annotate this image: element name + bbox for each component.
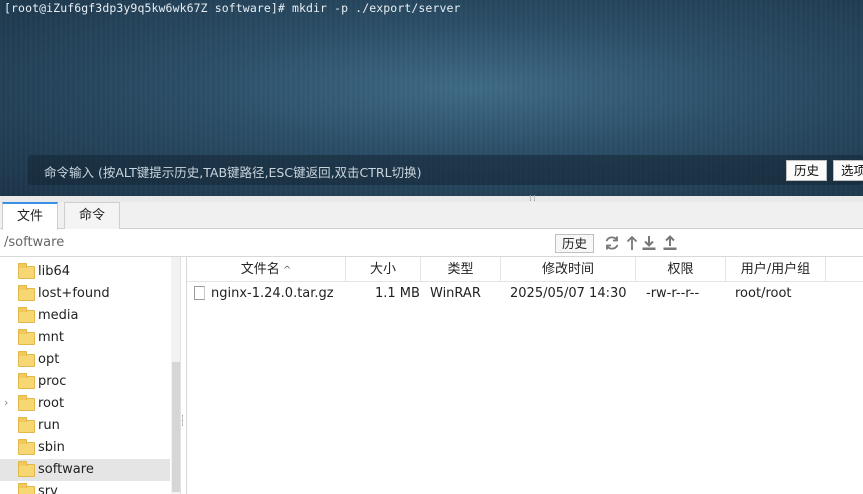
tree-item-label: srv <box>38 484 58 494</box>
tree-item-label: lib64 <box>38 264 71 279</box>
tree-item-lost-found[interactable]: lost+found <box>0 283 170 305</box>
file-owner: root/root <box>735 286 792 301</box>
splitter-grip-icon: ⁞⁞ <box>181 414 184 429</box>
folder-icon <box>18 285 35 301</box>
file-modified: 2025/05/07 14:30 <box>510 286 627 301</box>
tree-item-software[interactable]: software <box>0 459 170 481</box>
tree-item-label: lost+found <box>38 286 110 301</box>
path-bar: /software 历史 <box>0 230 863 257</box>
refresh-icon[interactable] <box>604 235 620 251</box>
directory-tree[interactable]: lib64 lost+found media mnt opt proc › ro… <box>0 257 181 494</box>
tree-item-label: run <box>38 418 60 433</box>
folder-icon <box>18 307 35 323</box>
file-type: WinRAR <box>430 286 481 301</box>
tree-item-label: root <box>38 396 65 411</box>
folder-icon <box>18 395 35 411</box>
command-input-placeholder[interactable]: 命令输入 (按ALT键提示历史,TAB键路径,ESC键返回,双击CTRL切换) <box>44 162 421 181</box>
tab-files[interactable]: 文件 <box>2 202 59 230</box>
terminal-pane[interactable]: [root@iZuf6gf3dp3y9q5kw6wk67Z software]#… <box>0 0 863 196</box>
file-icon <box>194 286 205 300</box>
tree-item-label: media <box>38 308 79 323</box>
tree-item-label: mnt <box>38 330 64 345</box>
tree-item-mnt[interactable]: mnt <box>0 327 170 349</box>
column-header-type[interactable]: 类型 <box>421 257 501 282</box>
file-size: 1.1 MB <box>375 286 420 301</box>
tree-item-lib64[interactable]: lib64 <box>0 261 170 283</box>
column-header-modified[interactable]: 修改时间 <box>501 257 636 282</box>
tree-item-label: opt <box>38 352 60 367</box>
file-permissions: -rw-r--r-- <box>646 286 700 301</box>
tree-item-root[interactable]: › root <box>0 393 170 415</box>
tab-bar: 文件 命令 <box>0 202 863 230</box>
column-header-owner[interactable]: 用户/用户组 <box>726 257 826 282</box>
column-header-label: 文件名 <box>240 262 280 277</box>
file-table-header: 文件名 ^ 大小 类型 修改时间 权限 用户/用户组 <box>187 257 863 282</box>
tree-item-run[interactable]: run <box>0 415 170 437</box>
folder-icon <box>18 263 35 279</box>
file-name: nginx-1.24.0.tar.gz <box>211 286 334 301</box>
command-options-button[interactable]: 选项 <box>833 160 863 181</box>
folder-icon <box>18 329 35 345</box>
column-header-permissions[interactable]: 权限 <box>636 257 726 282</box>
terminal-output-line: [root@iZuf6gf3dp3y9q5kw6wk67Z software]#… <box>4 1 461 15</box>
file-row[interactable]: nginx-1.24.0.tar.gz 1.1 MB WinRAR 2025/0… <box>187 283 863 305</box>
folder-icon <box>18 483 35 494</box>
tree-item-proc[interactable]: proc <box>0 371 170 393</box>
path-input[interactable]: /software <box>4 235 64 250</box>
tree-item-label: sbin <box>38 440 65 455</box>
download-icon[interactable] <box>641 235 657 251</box>
folder-icon <box>18 417 35 433</box>
tree-item-sbin[interactable]: sbin <box>0 437 170 459</box>
tab-commands[interactable]: 命令 <box>64 202 121 229</box>
folder-icon <box>18 351 35 367</box>
tree-item-opt[interactable]: opt <box>0 349 170 371</box>
tree-item-label: proc <box>38 374 67 389</box>
folder-icon <box>18 439 35 455</box>
sort-ascending-icon: ^ <box>282 265 292 276</box>
tree-item-media[interactable]: media <box>0 305 170 327</box>
column-header-size[interactable]: 大小 <box>346 257 421 282</box>
up-arrow-icon[interactable] <box>624 235 640 251</box>
file-list[interactable]: 文件名 ^ 大小 类型 修改时间 权限 用户/用户组 nginx-1.24.0.t… <box>186 257 863 494</box>
command-history-button[interactable]: 历史 <box>786 160 828 181</box>
upload-icon[interactable] <box>662 235 678 251</box>
tree-scrollbar-thumb[interactable] <box>172 362 180 492</box>
chevron-right-icon[interactable]: › <box>4 396 8 409</box>
folder-icon <box>18 461 35 477</box>
path-history-button[interactable]: 历史 <box>555 234 595 253</box>
tree-scrollbar[interactable] <box>171 257 180 494</box>
column-header-name[interactable]: 文件名 ^ <box>187 257 346 282</box>
tree-item-srv[interactable]: srv <box>0 481 170 494</box>
tree-item-label: software <box>38 462 94 477</box>
command-input-bar[interactable]: 命令输入 (按ALT键提示历史,TAB键路径,ESC键返回,双击CTRL切换) … <box>28 155 863 185</box>
folder-icon <box>18 373 35 389</box>
